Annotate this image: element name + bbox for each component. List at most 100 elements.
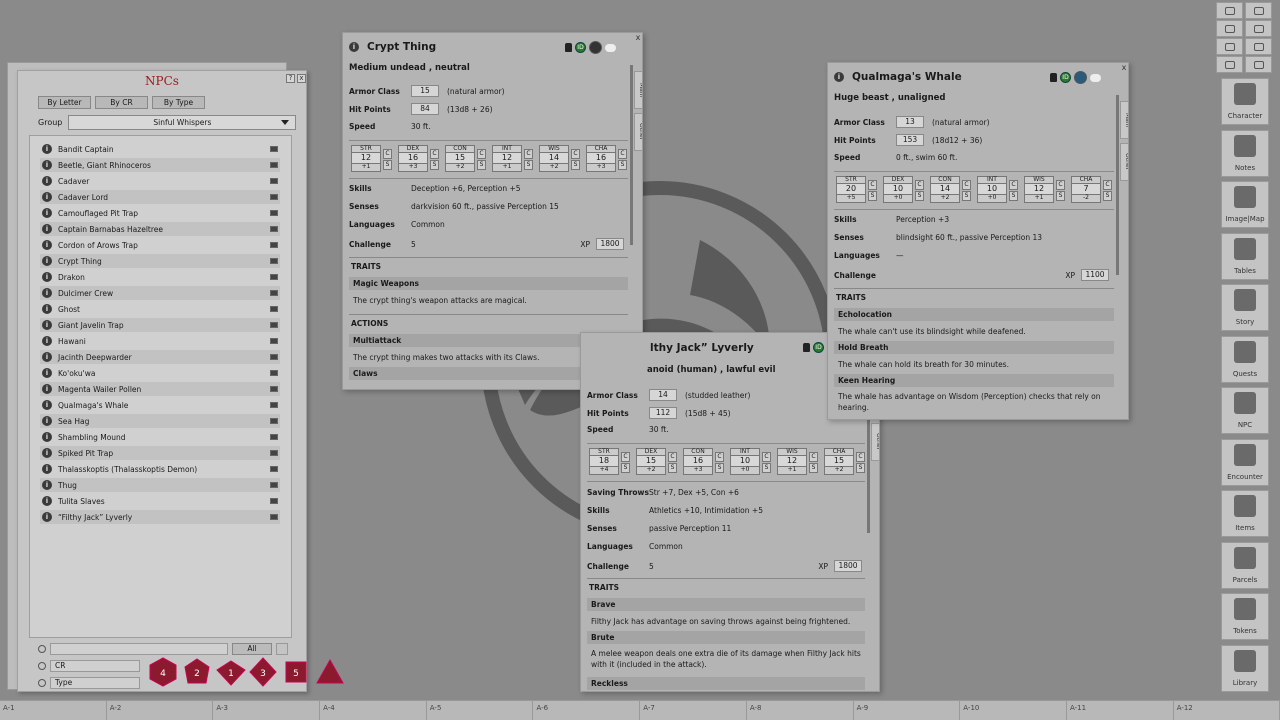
save-button[interactable]: S — [868, 191, 877, 201]
info-icon[interactable]: i — [42, 368, 52, 378]
check-button[interactable]: C — [1103, 180, 1112, 190]
token-icon[interactable] — [270, 178, 278, 184]
token-icon[interactable] — [270, 258, 278, 264]
xp-value[interactable]: 1800 — [596, 238, 624, 250]
info-icon[interactable]: i — [42, 464, 52, 474]
token-icon[interactable] — [270, 514, 278, 520]
ability-wis[interactable]: WIS 12 +1 — [777, 448, 807, 475]
moon-icon[interactable] — [1216, 38, 1243, 55]
ability-wis[interactable]: WIS 12 +1 — [1024, 176, 1054, 203]
ac-value[interactable]: 15 — [411, 85, 439, 97]
check-button[interactable]: C — [571, 149, 580, 159]
list-item[interactable]: i “Filthy Jack” Lyverly — [40, 510, 280, 524]
npc-list[interactable]: i Bandit Captain i Beetle, Giant Rhinoceros… — [29, 135, 292, 638]
list-item[interactable]: i Crypt Thing — [40, 254, 280, 268]
tab-main[interactable]: Main — [634, 71, 642, 109]
d6-dice-icon[interactable]: 5 — [284, 657, 308, 687]
info-icon[interactable]: i — [42, 448, 52, 458]
list-item[interactable]: i Captain Barnabas Hazeltree — [40, 222, 280, 236]
list-item[interactable]: i Tulita Slaves — [40, 494, 280, 508]
list-item[interactable]: i Cadaver — [40, 174, 280, 188]
ability-int[interactable]: INT 10 +0 — [977, 176, 1007, 203]
d8-dice-icon[interactable]: 3 — [248, 657, 278, 687]
hotkey-slot[interactable]: A-7 — [640, 701, 747, 720]
token-icon[interactable] — [270, 274, 278, 280]
tab-by-cr[interactable]: By CR — [95, 96, 148, 109]
hotkey-slot[interactable]: A-4 — [320, 701, 427, 720]
save-button[interactable]: S — [430, 160, 439, 170]
ac-value[interactable]: 13 — [896, 116, 924, 128]
list-item[interactable]: i Thalasskoptis (Thalasskoptis Demon) — [40, 462, 280, 476]
check-button[interactable]: C — [621, 452, 630, 462]
d4-dice-icon[interactable] — [315, 657, 345, 687]
check-button[interactable]: C — [618, 149, 627, 159]
save-button[interactable]: S — [1103, 191, 1112, 201]
list-item[interactable]: i Bandit Captain — [40, 142, 280, 156]
list-item[interactable]: i Hawani — [40, 334, 280, 348]
calendar-icon[interactable] — [1216, 20, 1243, 37]
list-item[interactable]: i Qualmaga's Whale — [40, 398, 280, 412]
save-button[interactable]: S — [856, 463, 865, 473]
lock-icon[interactable] — [803, 343, 810, 352]
tab-main[interactable]: Main — [1120, 101, 1128, 139]
cr-filter-input[interactable]: CR — [50, 660, 140, 672]
ability-con[interactable]: CON 15 +2 — [445, 145, 475, 172]
list-item[interactable]: i Cadaver Lord — [40, 190, 280, 204]
info-icon[interactable]: i — [42, 272, 52, 282]
save-button[interactable]: S — [524, 160, 533, 170]
info-icon[interactable]: i — [42, 432, 52, 442]
info-icon[interactable]: i — [42, 352, 52, 362]
sidebar-item-notes[interactable]: Notes — [1221, 129, 1269, 177]
tab-other[interactable]: Other — [1120, 143, 1128, 181]
expand-icon[interactable] — [1245, 56, 1272, 73]
sidebar-item-library[interactable]: Library — [1221, 644, 1269, 692]
edit-list-icon[interactable] — [276, 643, 288, 655]
token-icon[interactable] — [270, 242, 278, 248]
info-icon[interactable]: i — [42, 320, 52, 330]
ability-dex[interactable]: DEX 10 +0 — [883, 176, 913, 203]
save-button[interactable]: S — [915, 191, 924, 201]
hp-value[interactable]: 153 — [896, 134, 924, 146]
info-icon[interactable]: i — [42, 224, 52, 234]
ability-int[interactable]: INT 12 +1 — [492, 145, 522, 172]
scrollbar[interactable] — [1116, 95, 1119, 275]
save-button[interactable]: S — [1009, 191, 1018, 201]
hotkey-slot[interactable]: A-8 — [747, 701, 854, 720]
token-icon[interactable] — [270, 418, 278, 424]
xp-value[interactable]: 1100 — [1081, 269, 1109, 281]
portrait-icon[interactable] — [1074, 71, 1087, 84]
pointer-tool-icon[interactable] — [1216, 2, 1243, 19]
list-item[interactable]: i Beetle, Giant Rhinoceros — [40, 158, 280, 172]
hotkey-slot[interactable]: A-5 — [427, 701, 534, 720]
save-button[interactable]: S — [962, 191, 971, 201]
token-icon[interactable] — [270, 226, 278, 232]
hp-value[interactable]: 84 — [411, 103, 439, 115]
list-item[interactable]: i Drakon — [40, 270, 280, 284]
sidebar-item-npc[interactable]: NPC — [1221, 387, 1269, 434]
save-button[interactable]: S — [715, 463, 724, 473]
check-button[interactable]: C — [962, 180, 971, 190]
token-icon[interactable] — [270, 146, 278, 152]
filter-all-button[interactable]: All — [232, 643, 272, 655]
info-icon[interactable]: i — [42, 496, 52, 506]
camera-icon[interactable] — [1216, 56, 1243, 73]
sidebar-item-items[interactable]: Items — [1221, 490, 1269, 537]
check-button[interactable]: C — [1009, 180, 1018, 190]
info-icon[interactable]: i — [42, 480, 52, 490]
sidebar-item-story[interactable]: Story — [1221, 284, 1269, 331]
sidebar-item-tokens[interactable]: Tokens — [1221, 593, 1269, 640]
token-icon[interactable] — [270, 338, 278, 344]
id-icon[interactable]: ID — [575, 42, 586, 53]
list-item[interactable]: i Dulcimer Crew — [40, 286, 280, 300]
id-icon[interactable]: ID — [813, 342, 824, 353]
hotkey-slot[interactable]: A-11 — [1067, 701, 1174, 720]
check-button[interactable]: C — [1056, 180, 1065, 190]
info-icon[interactable]: i — [42, 288, 52, 298]
list-item[interactable]: i Sea Hag — [40, 414, 280, 428]
hotkey-slot[interactable]: A-12 — [1174, 701, 1280, 720]
info-icon[interactable]: i — [42, 240, 52, 250]
ac-value[interactable]: 14 — [649, 389, 677, 401]
token-icon[interactable] — [270, 210, 278, 216]
token-icon[interactable] — [270, 162, 278, 168]
ability-dex[interactable]: DEX 15 +2 — [636, 448, 666, 475]
